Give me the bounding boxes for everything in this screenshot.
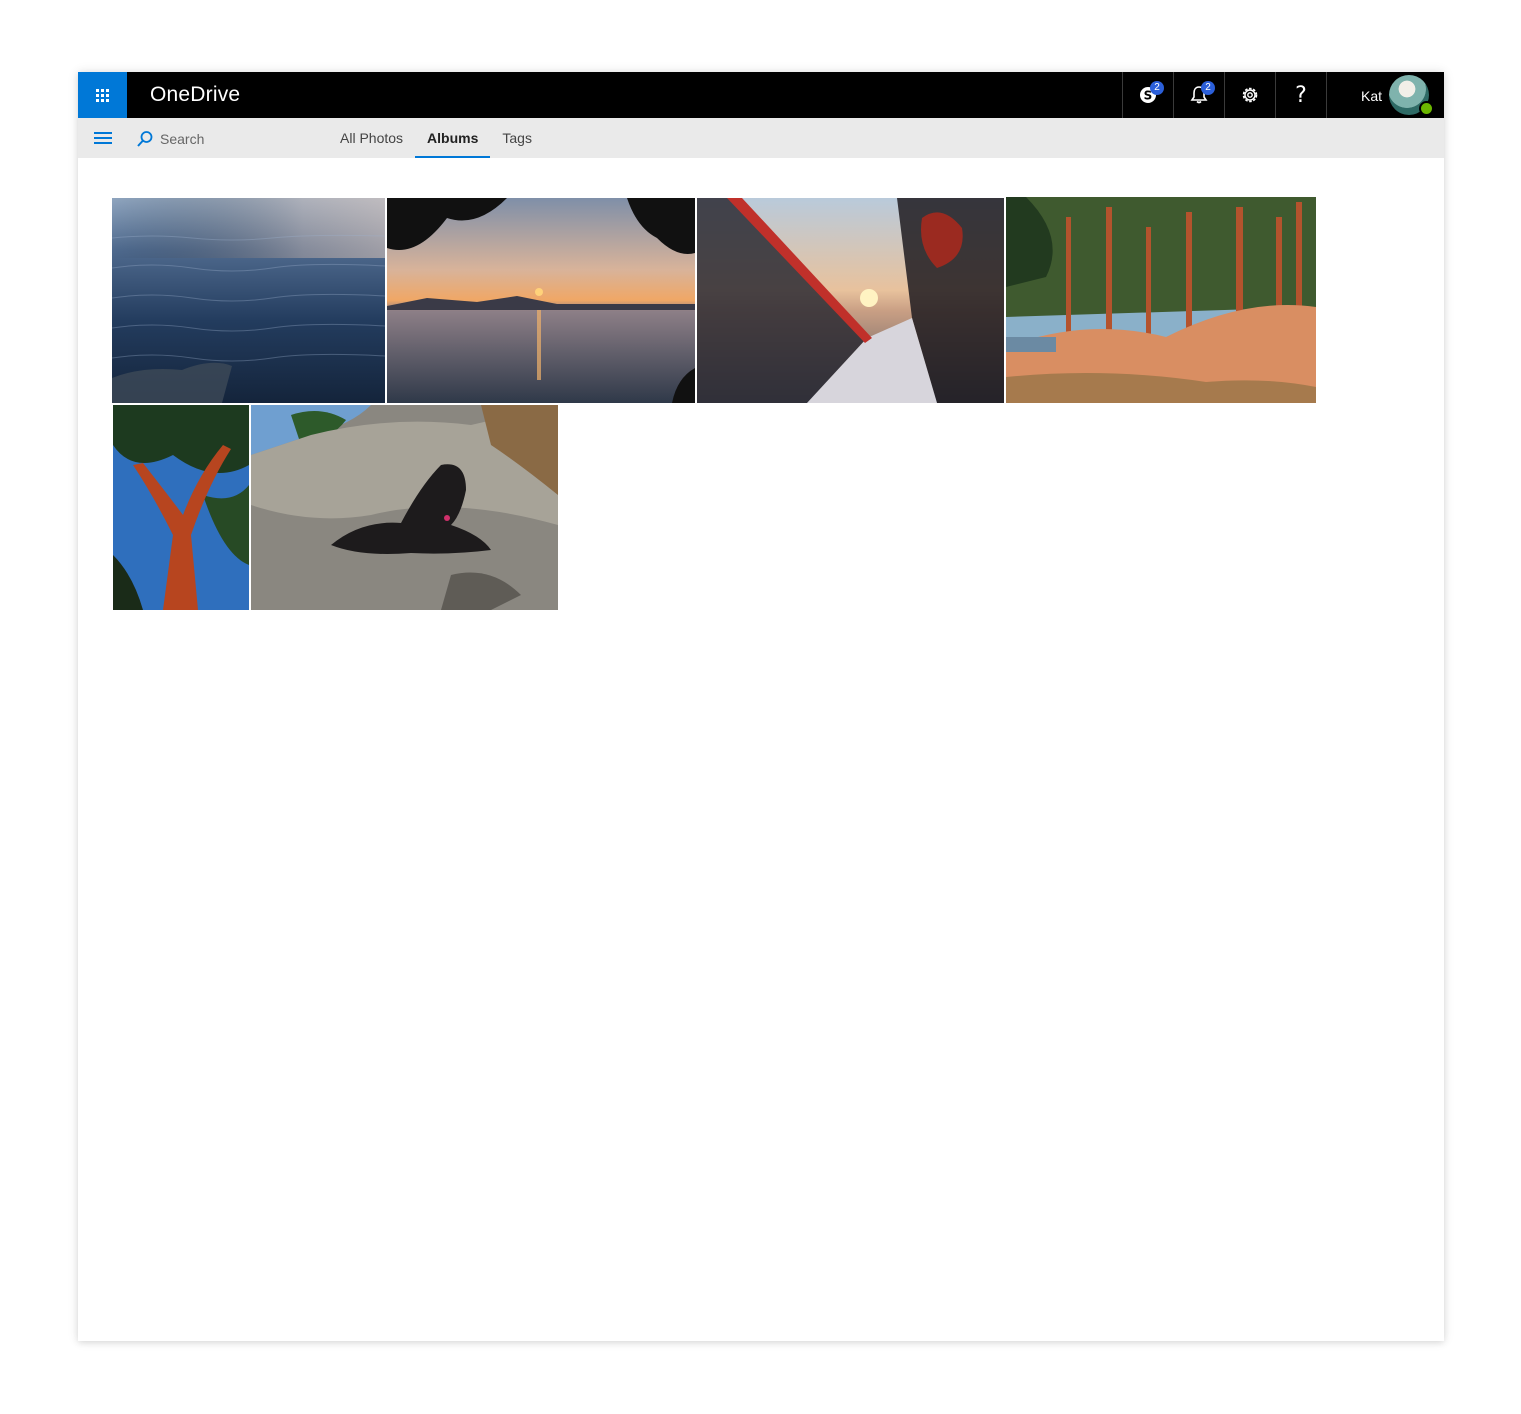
notifications-badge: 2 — [1201, 81, 1215, 95]
album-thumbnail-tent[interactable] — [697, 198, 1004, 403]
photo-thumbnail-icon — [387, 198, 695, 403]
header-actions: S 2 2 ? Kat — [1122, 72, 1444, 118]
notifications-button[interactable]: 2 — [1173, 72, 1224, 118]
search-box[interactable]: Search — [136, 129, 204, 149]
settings-button[interactable] — [1224, 72, 1275, 118]
app-title[interactable]: OneDrive — [150, 83, 240, 107]
photo-thumbnail-icon — [697, 198, 1004, 403]
tab-albums[interactable]: Albums — [415, 118, 491, 158]
skype-badge: 2 — [1150, 81, 1164, 95]
help-button[interactable]: ? — [1275, 72, 1326, 118]
gear-icon — [1242, 87, 1258, 103]
tab-tags[interactable]: Tags — [490, 118, 544, 158]
photo-thumbnail-icon — [113, 405, 249, 610]
album-thumbnail-dog[interactable] — [251, 405, 558, 610]
view-tabs: All Photos Albums Tags — [328, 118, 544, 158]
app-launcher-button[interactable] — [78, 72, 127, 118]
album-thumbnail-ocean[interactable] — [112, 198, 385, 403]
user-name: Kat — [1361, 88, 1383, 104]
photo-thumbnail-icon — [251, 405, 558, 610]
skype-button[interactable]: S 2 — [1122, 72, 1173, 118]
tab-all-photos[interactable]: All Photos — [328, 118, 415, 158]
album-thumbnail-pines[interactable] — [1006, 197, 1316, 403]
album-thumbnail-tree[interactable] — [113, 405, 249, 610]
photo-thumbnail-icon — [1006, 197, 1316, 403]
photo-thumbnail-icon — [112, 198, 385, 403]
nav-menu-button[interactable] — [94, 132, 112, 145]
search-input[interactable]: Search — [160, 131, 204, 147]
account-button[interactable]: Kat — [1326, 72, 1444, 118]
command-bar: Search All Photos Albums Tags — [78, 118, 1444, 158]
help-icon: ? — [1295, 82, 1307, 108]
presence-indicator — [1419, 101, 1434, 116]
onedrive-window: OneDrive S 2 2 ? Kat Search All Photos A… — [78, 72, 1444, 1341]
search-icon — [137, 131, 153, 147]
suite-header: OneDrive S 2 2 ? Kat — [78, 72, 1444, 118]
album-thumbnail-sunset[interactable] — [387, 198, 695, 403]
waffle-icon — [96, 88, 109, 102]
